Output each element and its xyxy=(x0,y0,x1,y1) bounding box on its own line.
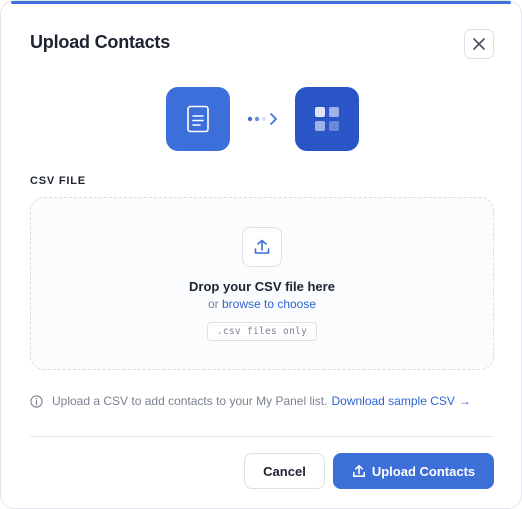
file-hint-wrap: .csv files only xyxy=(31,321,493,341)
csv-dropzone[interactable]: Drop your CSV file here or browse to cho… xyxy=(30,197,494,370)
modal-title: Upload Contacts xyxy=(30,32,171,52)
info-text: Upload a CSV to add contacts to your My … xyxy=(52,394,328,408)
chevron-right-icon xyxy=(270,113,277,125)
upload-button-label: Upload Contacts xyxy=(371,463,476,479)
upload-icon-box xyxy=(242,227,282,267)
footer-divider xyxy=(30,436,494,437)
drop-prefix: or xyxy=(207,297,219,311)
arrow-right-icon: → xyxy=(458,394,471,408)
csv-file-label: CSV FILE xyxy=(30,175,86,187)
close-icon xyxy=(473,38,485,50)
close-button[interactable] xyxy=(464,29,494,59)
upload-icon xyxy=(352,464,366,478)
drop-subtitle: or browse to choose xyxy=(31,297,493,311)
upload-contacts-button[interactable]: Upload Contacts xyxy=(333,453,494,489)
modal-accent-bar xyxy=(11,1,511,4)
grid-tile xyxy=(295,87,359,151)
upload-icon xyxy=(254,239,270,254)
cancel-button[interactable]: Cancel xyxy=(244,453,325,489)
drop-title: Drop your CSV file here xyxy=(189,279,335,294)
document-tile xyxy=(166,87,230,151)
info-icon xyxy=(30,394,43,408)
document-icon xyxy=(187,105,209,133)
download-sample-link[interactable]: Download sample CSV xyxy=(331,394,454,408)
grid-icon xyxy=(315,107,339,131)
import-illustration xyxy=(1,87,521,151)
upload-contacts-modal: Upload Contacts CSV FILE Drop your CSV f… xyxy=(0,0,522,509)
flow-arrow xyxy=(247,113,277,125)
info-row: Upload a CSV to add contacts to your My … xyxy=(30,394,471,408)
browse-link[interactable]: browse to choose xyxy=(222,297,316,311)
file-type-hint: .csv files only xyxy=(206,322,318,341)
